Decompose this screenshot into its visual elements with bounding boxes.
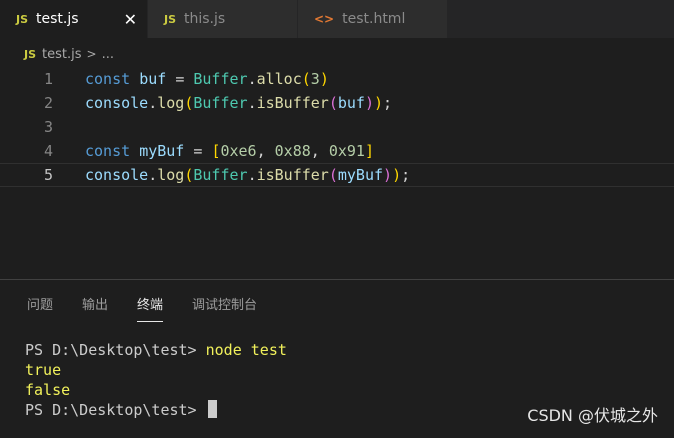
code-line-current[interactable]: 5 console.log(Buffer.isBuffer(myBuf)); — [0, 163, 674, 187]
line-number: 5 — [43, 166, 53, 184]
breadcrumb-more[interactable]: ... — [102, 47, 114, 62]
tab-test-js[interactable]: JS test.js ✕ — [0, 0, 148, 38]
html-file-icon: <> — [314, 12, 335, 26]
tab-label: test.html — [342, 11, 406, 27]
javascript-file-icon: JS — [164, 12, 177, 26]
line-number: 1 — [43, 70, 53, 88]
tab-debug-console[interactable]: 调试控制台 — [192, 294, 257, 322]
javascript-file-icon: JS — [16, 12, 29, 26]
panel-tabs: 问题 输出 终端 调试控制台 — [27, 294, 286, 322]
close-icon[interactable]: ✕ — [124, 10, 137, 29]
breadcrumb: JS test.js > ... — [24, 44, 114, 64]
bottom-panel: 问题 输出 终端 调试控制台 PS D:\Desktop\test> node … — [0, 279, 674, 438]
code-line[interactable]: 4 const myBuf = [0xe6, 0x88, 0x91] — [0, 139, 674, 163]
line-number: 4 — [43, 142, 53, 160]
javascript-file-icon: JS — [24, 47, 37, 61]
code-line[interactable]: 1 const buf = Buffer.alloc(3) — [0, 67, 674, 91]
terminal-output[interactable]: PS D:\Desktop\test> node test true false… — [25, 340, 287, 420]
watermark: CSDN @伏城之外 — [527, 406, 658, 425]
code-text[interactable]: const buf = Buffer.alloc(3) — [85, 70, 329, 88]
tab-this-js[interactable]: JS this.js — [148, 0, 298, 38]
terminal-prompt: PS D:\Desktop\test> — [25, 341, 197, 359]
terminal-cursor — [207, 400, 217, 418]
tab-problems[interactable]: 问题 — [27, 294, 53, 322]
breadcrumb-file[interactable]: test.js — [42, 47, 81, 62]
terminal-output-line: false — [25, 381, 71, 399]
terminal-prompt: PS D:\Desktop\test> — [25, 401, 197, 419]
line-number: 3 — [43, 118, 53, 136]
editor-tab-bar: JS test.js ✕ JS this.js <> test.html — [0, 0, 674, 38]
line-number: 2 — [43, 94, 53, 112]
code-text[interactable]: const myBuf = [0xe6, 0x88, 0x91] — [85, 142, 374, 160]
chevron-right-icon: > — [86, 47, 97, 61]
tab-label: test.js — [36, 11, 79, 27]
tab-terminal[interactable]: 终端 — [137, 294, 164, 322]
tab-bar-empty-area — [448, 0, 674, 38]
tab-output[interactable]: 输出 — [82, 294, 108, 322]
code-editor[interactable]: 1 const buf = Buffer.alloc(3) 2 console.… — [0, 67, 674, 277]
code-line[interactable]: 2 console.log(Buffer.isBuffer(buf)); — [0, 91, 674, 115]
terminal-command: node test — [205, 341, 287, 359]
terminal-output-line: true — [25, 361, 62, 379]
tab-test-html[interactable]: <> test.html — [298, 0, 448, 38]
code-text[interactable]: console.log(Buffer.isBuffer(myBuf)); — [85, 166, 410, 184]
code-text[interactable]: console.log(Buffer.isBuffer(buf)); — [85, 94, 392, 112]
tab-label: this.js — [184, 11, 226, 27]
code-line[interactable]: 3 — [0, 115, 674, 139]
